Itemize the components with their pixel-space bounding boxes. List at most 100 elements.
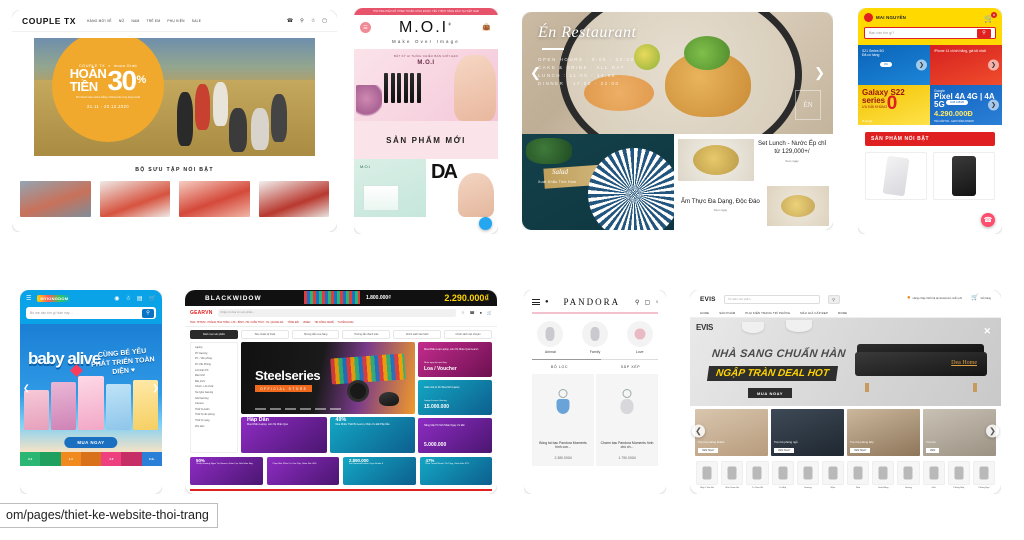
- category-icon-item[interactable]: Nệm: [821, 461, 845, 489]
- age-chip[interactable]: 1-3: [60, 452, 81, 466]
- thumbnail[interactable]: [20, 181, 91, 217]
- search-bar[interactable]: Bạn cần tìm gì? ⚲: [864, 27, 996, 39]
- cart-icon[interactable]: 🛒: [149, 295, 156, 302]
- screenshot-gearvn[interactable]: BLACKWIDOW 1.800.000₫ 2.290.000₫ GEARVN …: [185, 290, 497, 494]
- menu-item-mau-dep[interactable]: MẪU GIÁ CẤP ĐẸP: [800, 311, 828, 315]
- hamburger-icon[interactable]: ☰: [360, 22, 371, 33]
- promo-card[interactable]: Ram Tuned Nhanh Tốt Tặng, Giảm Đến 47% 4…: [419, 457, 492, 485]
- phone-icon[interactable]: ☎: [470, 310, 475, 315]
- product-card[interactable]: Bông tai bạc Pandora Moments hình con...…: [532, 374, 594, 466]
- bag-icon[interactable]: ▢: [644, 299, 650, 306]
- cart-link[interactable]: 🛒 Giỏ hàng: [971, 295, 991, 303]
- category-icon-item[interactable]: Nhà Vườn Bỏ: [721, 461, 744, 489]
- room-card[interactable]: Trọn bộ phòng ngủ XEM NGAY: [771, 409, 844, 456]
- category-love[interactable]: Love: [623, 320, 657, 354]
- promo-card[interactable]: Chọn Bàn Phím Cơ Cao Cấp, Giảm Sốc 40%: [266, 457, 339, 485]
- age-chip[interactable]: [121, 452, 142, 466]
- feature-tile[interactable]: Salad Xuất Khẩu Tôm Hùm: [522, 134, 681, 230]
- thumbnail[interactable]: [179, 181, 250, 217]
- menu-item-phu-kien[interactable]: PHỤ KIỆN TRANG TRÍ PHÒNG: [745, 311, 790, 315]
- category-icon-item[interactable]: Tủ Toàn Bộ: [746, 461, 769, 489]
- hero-banner[interactable]: Steelseries OFFICIAL STORE: [241, 342, 415, 414]
- search-icon[interactable]: ⚲: [635, 299, 639, 306]
- carousel-prev-icon[interactable]: ❮: [530, 65, 541, 81]
- room-card-button[interactable]: XEM NGAY: [850, 448, 871, 453]
- banner-1[interactable]: S21 Series 5G Đã có hàng 0% ❯: [858, 45, 930, 85]
- location-pin-icon[interactable]: ●: [545, 299, 549, 305]
- gallery-card-me-va-be[interactable]: ☰ MYKINGDOM ◉ ☃ ▤ 🛒 Bố mẹ cần tìm gì hôm…: [20, 290, 162, 494]
- screenshot-evis[interactable]: EVIS Tìm kiếm sản phẩm... ⚲ ● Hàng nhập /…: [690, 290, 1001, 494]
- product-card[interactable]: [933, 152, 995, 200]
- carousel-next-icon[interactable]: ❯: [988, 99, 999, 111]
- screenshot-couple-tx[interactable]: COUPLE TX HÀNG MỚI VỀ NỮ NAM TRẺ EM PHỤ …: [12, 10, 337, 232]
- search-icon[interactable]: ⚲: [142, 308, 154, 318]
- room-card[interactable]: Trọn bộ phòng khách XEM NGAY: [695, 409, 768, 456]
- screenshot-en-restaurant[interactable]: Én Restaurant OPEN HOURS : 9:00 - 22:00 …: [522, 12, 833, 230]
- banner-3[interactable]: Galaxy S22 series ƯU ĐÃI KHỦNG 0 % trả gó…: [858, 85, 930, 125]
- hero-cta-button[interactable]: MUA NGAY: [748, 388, 793, 398]
- category-icon-item[interactable]: Tủ Bếp: [771, 461, 794, 489]
- promo-card[interactable]: Loa Harman/Kardon Onyx Studio 6 2.890.00…: [343, 457, 416, 485]
- carousel-next-icon[interactable]: ❯: [916, 59, 927, 71]
- promo-card[interactable]: Nâng Cấp PC Mới Nhận Ngay Ưu Đãi 5.000.0…: [418, 418, 492, 453]
- promo-2-link[interactable]: Xem ngay: [680, 208, 760, 212]
- banner-2[interactable]: iPhone 14 chính hãng, giá tốt nhất ❯: [930, 45, 1002, 85]
- carousel-next-icon[interactable]: ❯: [988, 59, 999, 71]
- search-input[interactable]: Tìm kiếm sản phẩm...: [723, 294, 820, 304]
- promo-1-link[interactable]: Xem ngay: [755, 159, 829, 163]
- category-icon-item[interactable]: Sofa Băng: [872, 461, 895, 489]
- category-icon-item[interactable]: Phòng Ngủ: [972, 461, 996, 489]
- globe-icon[interactable]: ◉: [114, 295, 119, 302]
- hamburger-icon[interactable]: [532, 297, 540, 306]
- thumbnail[interactable]: [258, 181, 329, 217]
- filter-button[interactable]: BỘ LỌC: [524, 360, 595, 374]
- nav-link[interactable]: TUYỂN DỤNG: [338, 321, 354, 324]
- hero-banner[interactable]: EVIS NHÀ SANG CHUẨN HÀN NGẬP TRÀN DEAL H…: [690, 318, 1001, 406]
- category-icon-item[interactable]: Phòng Bếp: [947, 461, 970, 489]
- menu-item-home[interactable]: HOME: [700, 311, 709, 315]
- category-icon-item[interactable]: Giường: [796, 461, 819, 489]
- gallery-card-thoi-trang[interactable]: COUPLE TX HÀNG MỚI VỀ NỮ NAM TRẺ EM PHỤ …: [12, 10, 337, 232]
- room-card-button[interactable]: XEM: [926, 448, 940, 453]
- product-card[interactable]: Charm bạc Pandora Moments hình chú ch...…: [596, 374, 658, 466]
- search-input[interactable]: Nhập từ khóa tìm sản phẩm...: [217, 308, 457, 317]
- location-icon[interactable]: ●: [480, 310, 482, 315]
- category-icon-item[interactable]: Ghế: [922, 461, 945, 489]
- carousel-next-icon[interactable]: ❯: [986, 424, 999, 438]
- tab-huong-dan-thanh-toan[interactable]: Hướng dẫn thanh toán: [342, 330, 391, 339]
- room-card-button[interactable]: XEM NGAY: [698, 448, 719, 453]
- sort-button[interactable]: SẮP XẾP: [595, 360, 666, 374]
- category-icon-item[interactable]: Máy Y tiện Bỏ: [696, 461, 719, 489]
- gallery-card-my-pham[interactable]: THƯƠNG HIỆU MỸ PHẨM THUẦN CHAY ĐƯỢC YÊU …: [354, 8, 498, 234]
- carousel-next-icon[interactable]: ❯: [814, 65, 825, 81]
- hamburger-icon[interactable]: ☰: [26, 295, 31, 302]
- category-animal[interactable]: Animal: [533, 320, 567, 354]
- gallery-card-dien-may[interactable]: BLACKWIDOW 1.800.000₫ 2.290.000₫ GEARVN …: [185, 290, 497, 494]
- close-icon[interactable]: ✕: [983, 326, 991, 337]
- promo-card[interactable]: Mua Nhiều Laptop, Liên Hệ Nhận Quà Hấp D…: [241, 417, 327, 453]
- nav-link[interactable]: TIN CÔNG NGHỆ: [314, 321, 333, 324]
- nav-link[interactable]: VIDEO: [303, 321, 310, 324]
- tab-huong-dan-mua[interactable]: Hướng dẫn mua hàng: [291, 330, 340, 339]
- gallery-card-noi-that[interactable]: EVIS Tìm kiếm sản phẩm... ⚲ ● Hàng nhập /…: [690, 290, 1001, 494]
- product-card[interactable]: [865, 152, 927, 200]
- age-chip[interactable]: [40, 452, 61, 466]
- carousel-prev-icon[interactable]: ❮: [23, 384, 30, 393]
- screenshot-mai-nguyen[interactable]: MAI NGUYÊN 🛒 0 Bạn cần tìm gì? ⚲ S21 Seri…: [858, 8, 1002, 234]
- category-icon-item[interactable]: Gường: [897, 461, 920, 489]
- gallery-card-trang-suc[interactable]: ● PANDORA ⚲ ▢ 0 Animal Family Love BỘ LỌ…: [524, 290, 666, 494]
- tab-bao-hanh[interactable]: Chính sách bảo hành: [393, 330, 442, 339]
- tile-left[interactable]: M.O.I: [354, 159, 426, 217]
- room-card[interactable]: Trọn bộ phòng bếp XEM NGAY: [847, 409, 920, 456]
- promo-card[interactable]: Mua Nhiều Loại Laptop, Liên Hệ Nhận Quà …: [418, 342, 492, 377]
- gallery-card-dien-thoai[interactable]: MAI NGUYÊN 🛒 0 Bạn cần tìm gì? ⚲ S21 Seri…: [858, 8, 1002, 234]
- user-icon[interactable]: ☃: [461, 310, 465, 315]
- search-icon[interactable]: ⚲: [827, 294, 840, 304]
- tab-danh-muc[interactable]: Danh mục sản phẩm: [190, 330, 238, 339]
- tile-right[interactable]: DA: [426, 159, 498, 217]
- sidebar-item-phu-kien[interactable]: Phụ kiện: [193, 423, 235, 429]
- age-chip[interactable]: [80, 452, 102, 466]
- banner-4[interactable]: Google Pixel 4A 4G | 4A 5G 4GB 128GB 4.29…: [930, 85, 1002, 125]
- tab-tieu-chuan[interactable]: Tiêu chuẩn kỹ thuật: [240, 330, 289, 339]
- promo-card[interactable]: Chuột Gaming Ngon Tại Gearvn, Giảm Cực S…: [190, 457, 263, 485]
